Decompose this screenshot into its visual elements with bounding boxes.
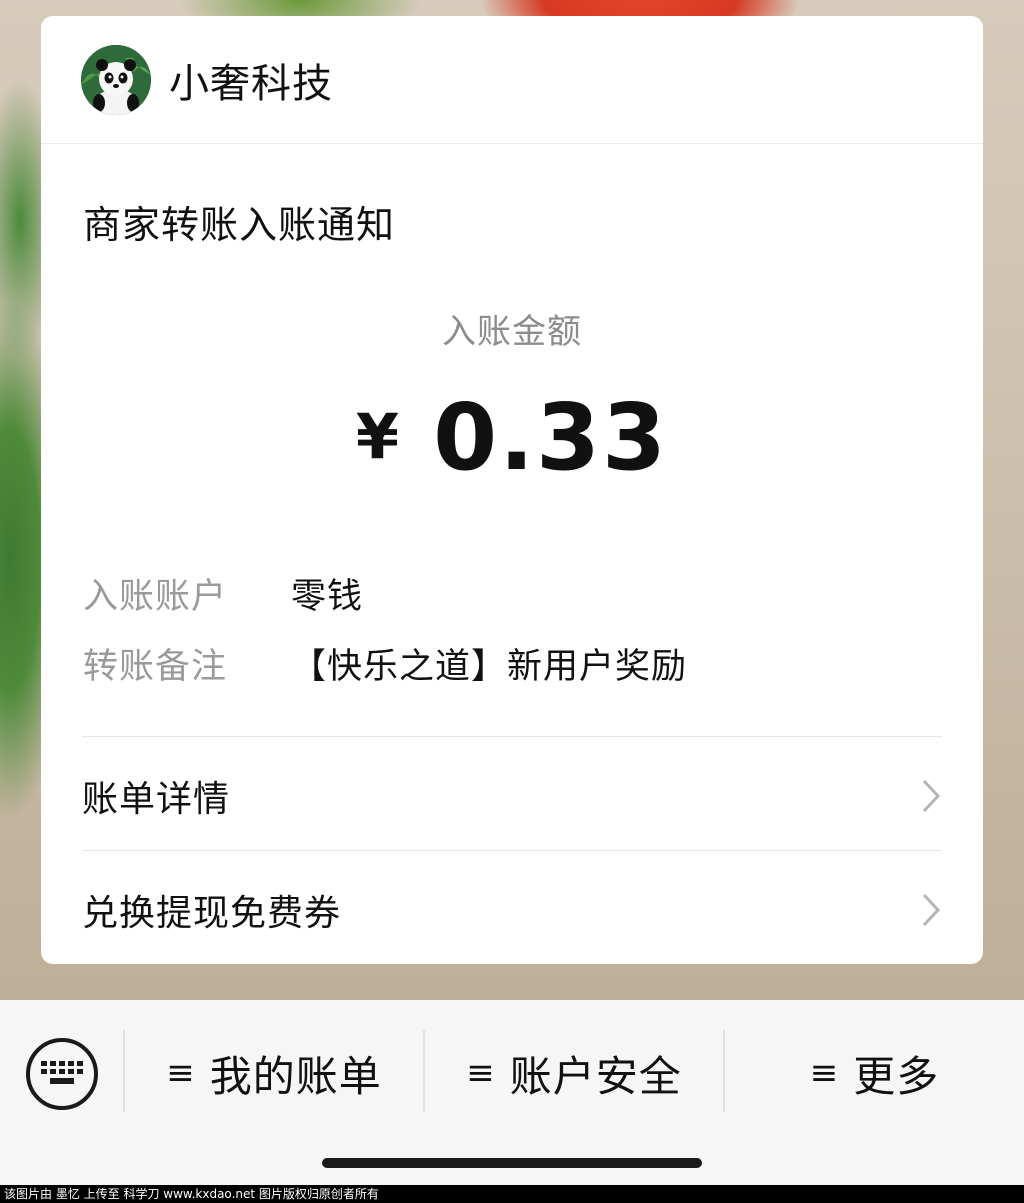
amount-value: 0.33 <box>433 384 669 491</box>
home-indicator[interactable] <box>322 1158 702 1168</box>
panda-icon <box>81 44 151 115</box>
info-value: 【快乐之道】新用户奖励 <box>291 647 688 687</box>
info-row-account: 入账账户 零钱 <box>83 568 363 619</box>
watermark-text: 该图片由 墨忆 上传至 科学刀 www.kxdao.net 图片版权归原创者所有 <box>0 1185 1024 1203</box>
currency-symbol: ¥ <box>355 400 400 473</box>
menu-lines-icon: ≡ <box>809 1053 840 1093</box>
chevron-right-icon <box>922 893 941 927</box>
merchant-name: 小奢科技 <box>169 60 333 107</box>
card-header: 小奢科技 <box>41 16 983 144</box>
menu-more[interactable]: ≡ 更多 <box>725 1040 1024 1106</box>
avatar[interactable] <box>81 44 151 115</box>
info-value: 零钱 <box>291 577 364 617</box>
menu-label: 更多 <box>853 1051 940 1101</box>
menu-label: 我的账单 <box>209 1051 382 1101</box>
link-label: 账单详情 <box>82 779 231 820</box>
chevron-right-icon <box>922 779 941 813</box>
amount-row: ¥ 0.33 <box>41 384 983 491</box>
keyboard-button[interactable] <box>26 1038 98 1110</box>
divider <box>82 850 942 851</box>
info-row-remark: 转账备注 【快乐之道】新用户奖励 <box>83 638 687 689</box>
menu-my-bills[interactable]: ≡ 我的账单 <box>125 1040 423 1106</box>
notification-card: 小奢科技 商家转账入账通知 入账金额 ¥ 0.33 入账账户 零钱 转账备注 【… <box>41 16 983 964</box>
keyboard-icon <box>41 1061 83 1084</box>
menu-label: 账户安全 <box>509 1051 682 1101</box>
coupon-link[interactable]: 兑换提现免费券 <box>82 854 942 964</box>
bill-details-link[interactable]: 账单详情 <box>82 740 942 852</box>
notice-title: 商家转账入账通知 <box>83 203 396 247</box>
info-label: 入账账户 <box>83 577 228 617</box>
menu-lines-icon: ≡ <box>466 1053 496 1093</box>
amount-label: 入账金额 <box>442 312 582 352</box>
divider <box>82 736 942 737</box>
menu-account-security[interactable]: ≡ 账户安全 <box>425 1040 723 1106</box>
info-label: 转账备注 <box>83 647 228 687</box>
menu-lines-icon: ≡ <box>166 1053 196 1093</box>
link-label: 兑换提现免费券 <box>82 893 342 934</box>
